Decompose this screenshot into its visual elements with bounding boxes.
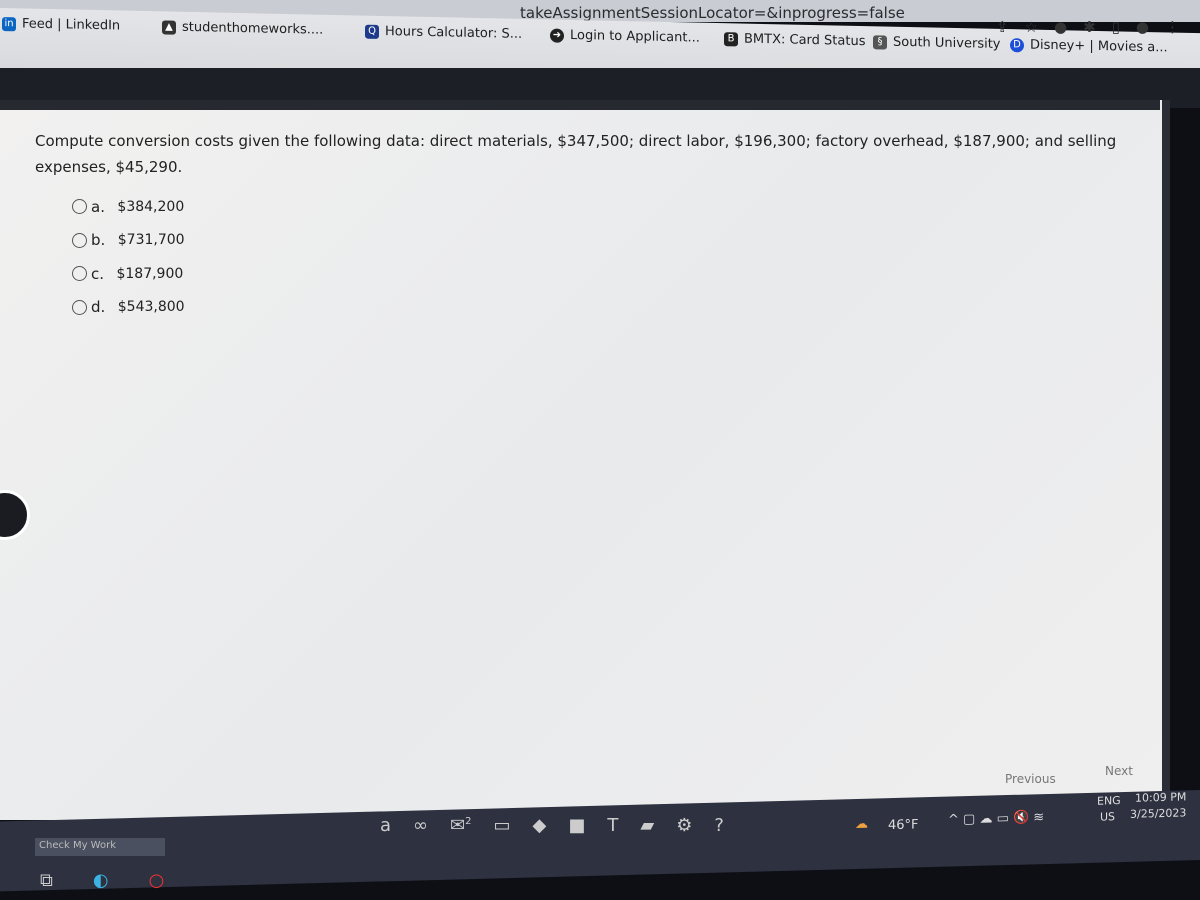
- app-icon[interactable]: ◆: [533, 815, 547, 836]
- app-icon[interactable]: ■: [568, 815, 585, 836]
- bookmark-label: South University: [893, 34, 1001, 52]
- previous-button[interactable]: Previous: [1005, 772, 1056, 786]
- settings-icon[interactable]: ⚙: [676, 815, 692, 836]
- bookmark-south-university[interactable]: § South University: [873, 34, 1001, 52]
- teams-icon[interactable]: T: [607, 815, 618, 836]
- sidebar-icon[interactable]: ▯: [1112, 18, 1120, 36]
- bookmark-label: Login to Applicant...: [570, 27, 700, 46]
- option-letter: a.: [91, 197, 105, 216]
- option-c[interactable]: c. $187,900: [72, 257, 185, 291]
- option-letter: b.: [91, 231, 106, 250]
- option-value: $731,700: [117, 232, 185, 249]
- option-letter: c.: [91, 264, 105, 283]
- region-indicator[interactable]: US: [1100, 810, 1115, 823]
- page-header: [0, 100, 1160, 110]
- option-d[interactable]: d. $543,800: [72, 291, 185, 325]
- menu-icon[interactable]: ⋮: [1165, 18, 1180, 36]
- star-icon[interactable]: ☆: [1025, 18, 1038, 36]
- bookmark-label: Disney+ | Movies a...: [1030, 37, 1168, 56]
- linkedin-icon: in: [2, 16, 16, 31]
- bookmark-label: Feed | LinkedIn: [22, 16, 121, 34]
- browser-toolbar-icons: ⇪ ☆ ● ✱ ▯ ● ⋮: [996, 18, 1180, 36]
- globe-icon: ➜: [550, 28, 564, 43]
- bookmark-label: Hours Calculator: S...: [385, 24, 523, 42]
- tray-icons[interactable]: ^ ▢ ☁ ▭ 🔇 ≋: [948, 810, 1044, 828]
- option-value: $187,900: [116, 265, 184, 282]
- mail-app-icon[interactable]: ✉2: [450, 815, 471, 836]
- graduation-cap-icon: ▲: [162, 19, 176, 35]
- option-value: $384,200: [117, 198, 185, 215]
- opera-icon[interactable]: ○: [149, 870, 165, 891]
- grammarly-icon[interactable]: ●: [1054, 18, 1067, 36]
- bookmark-linkedin[interactable]: in Feed | LinkedIn: [2, 16, 121, 34]
- option-a[interactable]: a. $384,200: [72, 190, 185, 224]
- option-value: $543,800: [117, 299, 185, 316]
- radio-button[interactable]: [72, 299, 87, 315]
- bookmark-bmtx[interactable]: B BMTX: Card Status: [724, 31, 865, 49]
- bookmark-label: studenthomeworks....: [182, 19, 324, 38]
- app-icon[interactable]: ▰: [640, 815, 654, 836]
- weather-icon[interactable]: ☁: [855, 817, 868, 832]
- bookmark-hours-calculator[interactable]: Q Hours Calculator: S...: [365, 24, 522, 42]
- extensions-icon[interactable]: ✱: [1083, 18, 1096, 36]
- bookmark-disney[interactable]: D Disney+ | Movies a...: [1010, 37, 1168, 55]
- weather-temp[interactable]: 46°F: [888, 817, 919, 833]
- amazon-app-icon[interactable]: a: [380, 815, 391, 836]
- radio-button[interactable]: [72, 266, 87, 282]
- calculator-icon: Q: [365, 24, 379, 39]
- edge-icon[interactable]: ◐: [93, 870, 109, 891]
- radio-button[interactable]: [72, 199, 87, 215]
- option-letter: d.: [91, 298, 106, 317]
- help-icon[interactable]: ?: [714, 815, 724, 836]
- bookmark-login-applicant[interactable]: ➜ Login to Applicant...: [550, 28, 700, 46]
- taskbar-apps: a ∞ ✉2 ▭ ◆ ■ T ▰ ⚙ ?: [380, 815, 724, 836]
- answer-options: a. $384,200 b. $731,700 c. $187,900 d. $…: [72, 190, 185, 324]
- bookmark-studenthomeworks[interactable]: ▲ studenthomeworks....: [162, 19, 324, 38]
- south-university-icon: §: [873, 34, 887, 50]
- mail-badge: 2: [465, 816, 472, 827]
- option-b[interactable]: b. $731,700: [72, 224, 185, 258]
- check-my-work-button[interactable]: Check My Work: [35, 838, 165, 856]
- profile-icon[interactable]: ●: [1136, 18, 1149, 36]
- task-view-icon[interactable]: ⧉: [40, 870, 53, 891]
- clock-date[interactable]: 3/25/2023: [1130, 806, 1186, 820]
- share-icon[interactable]: ⇪: [996, 18, 1009, 36]
- clock-time[interactable]: 10:09 PM: [1135, 790, 1186, 804]
- bookmark-label: BMTX: Card Status: [744, 31, 866, 50]
- radio-button[interactable]: [72, 232, 87, 248]
- disney-icon: D: [1010, 37, 1024, 52]
- next-button[interactable]: Next: [1105, 764, 1133, 778]
- question-text: Compute conversion costs given the follo…: [35, 132, 1117, 176]
- infinity-app-icon[interactable]: ∞: [413, 815, 428, 836]
- b-icon: B: [724, 31, 738, 46]
- language-indicator[interactable]: ENG: [1097, 794, 1121, 808]
- assignment-page: Compute conversion costs given the follo…: [0, 100, 1170, 820]
- taskbar-left-apps: ⧉ ◐ ○: [40, 870, 164, 891]
- app-icon[interactable]: ▭: [494, 815, 511, 836]
